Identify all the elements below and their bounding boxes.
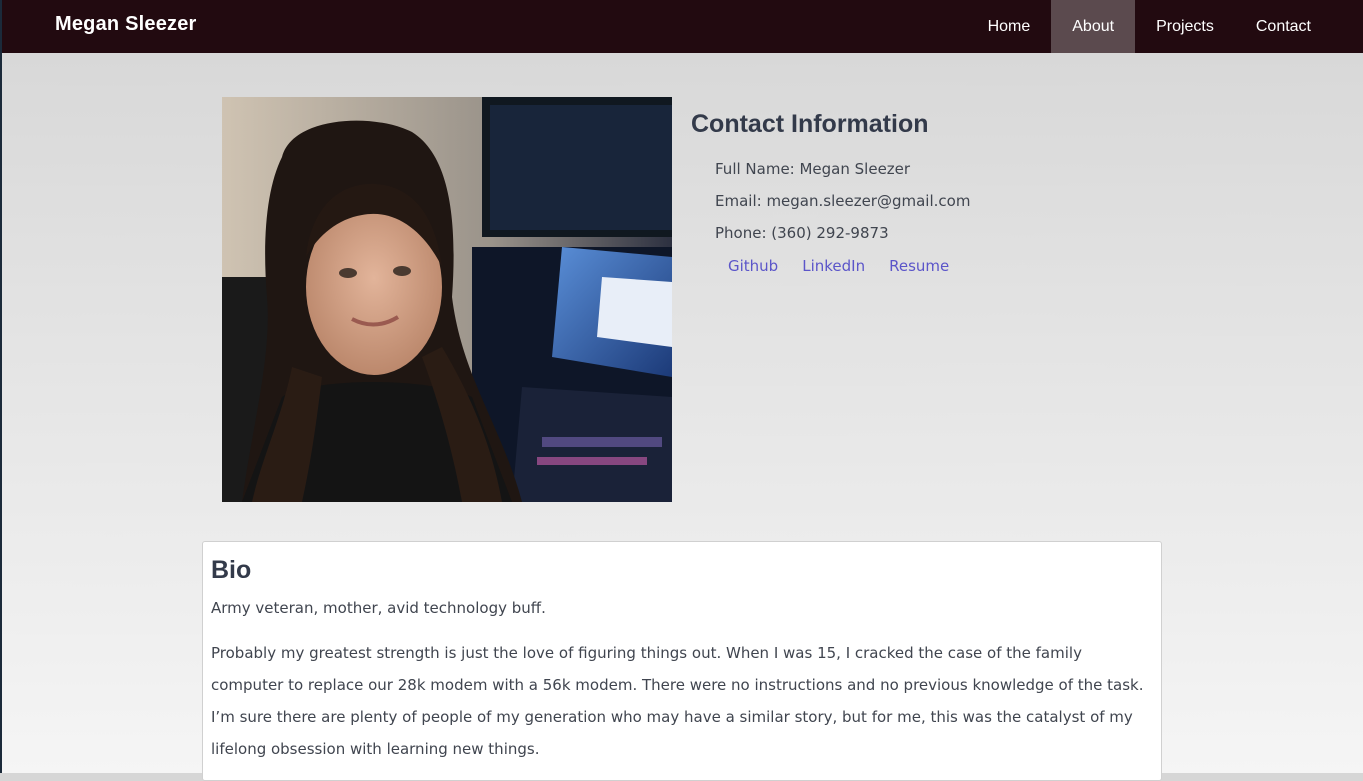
navbar: Megan Sleezer Home About Projects Contac… — [2, 0, 1363, 53]
nav-projects[interactable]: Projects — [1135, 0, 1235, 53]
nav-home[interactable]: Home — [967, 0, 1052, 53]
bio-card: Bio Army veteran, mother, avid technolog… — [202, 541, 1162, 781]
contact-phone: Phone: (360) 292-9873 — [715, 224, 889, 242]
linkedin-link[interactable]: LinkedIn — [802, 257, 865, 275]
resume-link[interactable]: Resume — [889, 257, 949, 275]
nav-menu: Home About Projects Contact — [967, 0, 1332, 53]
profile-photo — [222, 97, 672, 502]
bio-paragraph: Probably my greatest strength is just th… — [211, 644, 1144, 758]
nav-contact[interactable]: Contact — [1235, 0, 1332, 53]
contact-title: Contact Information — [691, 110, 929, 138]
window-edge — [0, 0, 2, 773]
contact-info: Contact Information Full Name: Megan Sle… — [691, 110, 970, 275]
nav-about[interactable]: About — [1051, 0, 1136, 53]
brand-logo-text[interactable]: Megan Sleezer — [55, 13, 197, 36]
contact-full-name: Full Name: Megan Sleezer — [715, 160, 911, 178]
github-link[interactable]: Github — [728, 257, 778, 275]
bio-title: Bio — [211, 556, 252, 584]
contact-email: Email: megan.sleezer@gmail.com — [715, 192, 971, 210]
contact-links: Github LinkedIn Resume — [728, 257, 973, 275]
bio-paragraph: Army veteran, mother, avid technology bu… — [211, 599, 546, 617]
